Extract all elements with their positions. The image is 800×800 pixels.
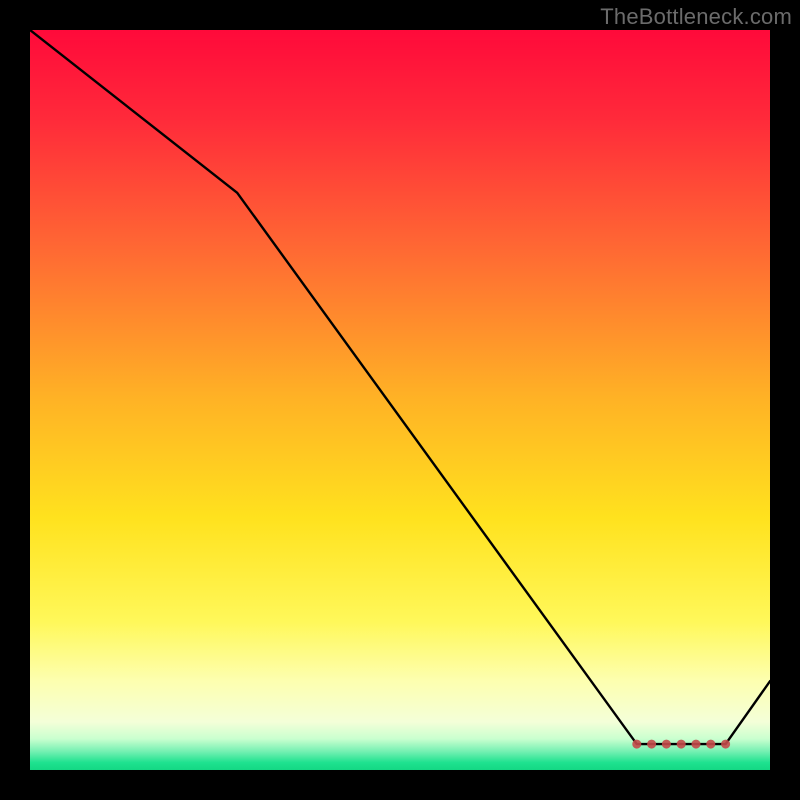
marker-dot <box>647 740 656 749</box>
watermark-text: TheBottleneck.com <box>600 4 792 30</box>
marker-dot <box>706 740 715 749</box>
marker-dot <box>632 740 641 749</box>
marker-dot <box>721 740 730 749</box>
marker-dot <box>692 740 701 749</box>
plot-area <box>30 30 770 770</box>
gradient-background <box>30 30 770 770</box>
chart-svg <box>30 30 770 770</box>
chart-frame: TheBottleneck.com <box>0 0 800 800</box>
marker-dot <box>662 740 671 749</box>
marker-dot <box>677 740 686 749</box>
